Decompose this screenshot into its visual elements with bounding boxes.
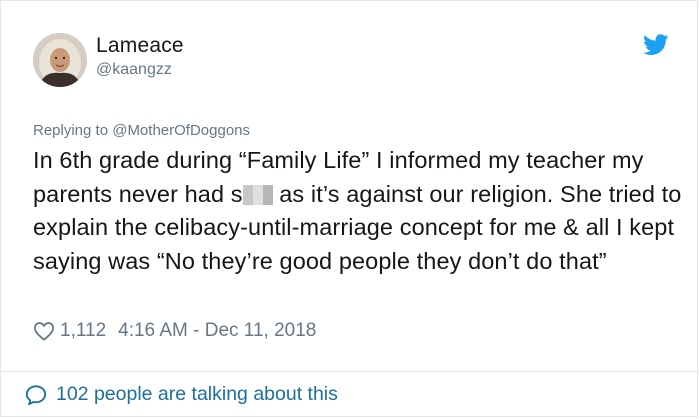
like-count[interactable]: 1,112 xyxy=(60,320,106,342)
twitter-bird-icon[interactable] xyxy=(643,34,669,56)
display-name[interactable]: Lameace xyxy=(96,34,184,58)
avatar[interactable] xyxy=(33,33,87,87)
tweet-text: In 6th grade during “Family Life” I info… xyxy=(33,144,683,278)
talking-count-text: 102 people are talking about this xyxy=(56,383,338,405)
timestamp[interactable]: 4:16 AM - Dec 11, 2018 xyxy=(118,320,316,342)
divider xyxy=(1,371,699,372)
comment-bubble-icon xyxy=(25,384,47,405)
user-handle[interactable]: @kaangzz xyxy=(96,61,172,79)
tweet-meta: 1,112 4:16 AM - Dec 11, 2018 xyxy=(33,319,316,343)
heart-icon[interactable] xyxy=(33,321,55,341)
censored-word-blur xyxy=(242,184,273,205)
replying-to-link[interactable]: Replying to @MotherOfDoggons xyxy=(33,122,250,139)
tweet-card: Lameace @kaangzz Replying to @MotherOfDo… xyxy=(0,0,699,417)
avatar-photo xyxy=(33,33,87,87)
conversation-link[interactable]: 102 people are talking about this xyxy=(25,383,338,406)
